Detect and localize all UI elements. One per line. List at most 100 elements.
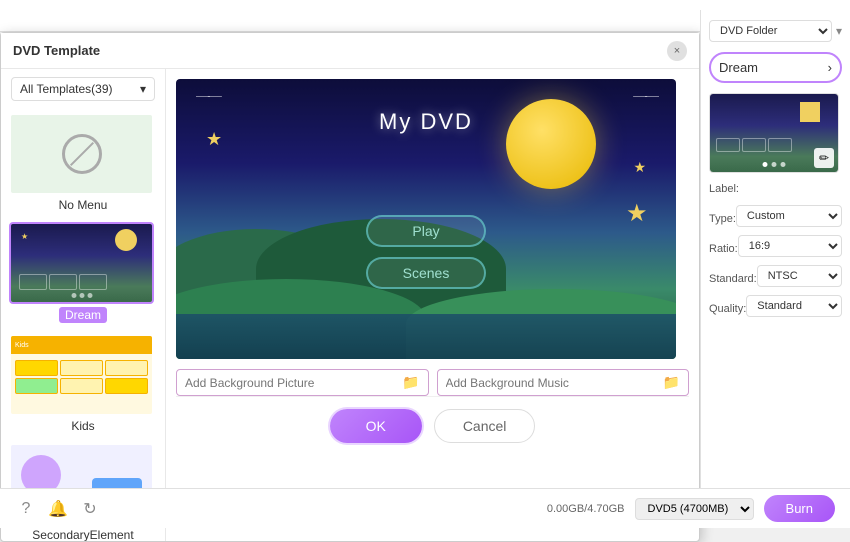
preview-play-button: Play <box>366 215 486 247</box>
dvd-preview-buttons: Play Scenes <box>366 215 486 289</box>
folder-icon: 📁 <box>402 374 419 391</box>
dream-label: Dream <box>719 60 758 75</box>
dream-dot <box>87 293 92 298</box>
template-dropdown[interactable]: All Templates(39) ▾ <box>11 77 155 101</box>
background-picture-field[interactable]: 📁 <box>176 369 429 396</box>
list-item[interactable]: ★ Dr <box>9 222 157 324</box>
dream-stars: ★ <box>21 232 28 241</box>
dream-graphic: ★ <box>11 224 152 302</box>
bottom-icons: ? 🔔 ↻ <box>15 498 101 520</box>
output-row: DVD Folder ▾ <box>709 20 842 42</box>
list-item[interactable]: Kids Kids <box>9 334 157 433</box>
dvd-preview-title: My DVD <box>379 109 473 135</box>
kids-cell <box>105 378 148 394</box>
secondary-shapes <box>11 445 152 457</box>
quality-select[interactable]: Standard <box>746 295 842 317</box>
deco-arrows-left: — — <box>196 87 219 103</box>
dream-dot <box>71 293 76 298</box>
kids-grid <box>11 356 152 398</box>
dvd-preview: — — — — ★ ★ ★ ★ My DVD <box>176 79 676 359</box>
dialog-titlebar: DVD Template × <box>1 33 699 69</box>
chevron-down-icon: ▾ <box>140 82 146 96</box>
standard-label: Standard: <box>709 273 757 285</box>
type-select[interactable]: Custom <box>736 205 842 227</box>
dream-box <box>49 274 77 290</box>
preview-scenes-button: Scenes <box>366 257 486 289</box>
kids-cell <box>15 378 58 394</box>
quality-label: Quality: <box>709 303 746 315</box>
standard-row: Standard: NTSC <box>709 265 842 287</box>
settings-icon[interactable]: ↻ <box>79 498 101 520</box>
standard-select[interactable]: NTSC <box>757 265 842 287</box>
mini-box <box>742 138 766 152</box>
list-item[interactable]: No Menu <box>9 113 157 212</box>
disk-usage-info: 0.00GB/4.70GB <box>547 503 625 515</box>
kids-cell <box>60 378 103 394</box>
type-label: Type: <box>709 213 736 225</box>
type-row: Type: Custom <box>709 205 842 227</box>
dream-dots <box>71 293 92 298</box>
dream-moon <box>115 229 137 251</box>
template-label-secondary: SecondaryElement <box>9 528 157 541</box>
edit-icon[interactable]: ✏ <box>814 148 834 168</box>
dropdown-label: All Templates(39) <box>20 82 112 96</box>
bottom-right: 0.00GB/4.70GB DVD5 (4700MB) Burn <box>547 495 835 522</box>
dream-boxes <box>19 274 107 290</box>
input-row: 📁 📁 <box>176 369 689 396</box>
star-icon: ★ <box>633 159 646 176</box>
template-label-kids: Kids <box>9 419 157 433</box>
dvd-template-dialog: DVD Template × All Templates(39) ▾ No Me… <box>0 32 700 542</box>
right-panel: DVD Folder ▾ Dream › ◀ ✏ Lab <box>700 10 850 520</box>
preview-area: — — — — ★ ★ ★ ★ My DVD <box>166 69 699 541</box>
template-label-dream: Dream <box>59 307 107 323</box>
mini-box <box>768 138 792 152</box>
star-icon: ★ <box>206 129 222 150</box>
preview-moon <box>506 99 596 189</box>
label-field-label: Label: <box>709 183 739 195</box>
bottom-bar: ? 🔔 ↻ 0.00GB/4.70GB DVD5 (4700MB) Burn <box>0 488 850 528</box>
dialog-body: All Templates(39) ▾ No Menu <box>1 69 699 541</box>
chevron-down-icon: ▾ <box>836 24 842 38</box>
template-thumb-dream: ★ <box>9 222 154 304</box>
background-music-field[interactable]: 📁 <box>437 369 690 396</box>
folder-icon: 📁 <box>663 374 680 391</box>
deco-arrows-right: — — <box>633 87 656 103</box>
label-row: Label: <box>709 179 842 197</box>
dialog-title: DVD Template <box>13 43 100 58</box>
dream-box <box>19 274 47 290</box>
kids-cell <box>60 360 103 376</box>
template-label-nomenu: No Menu <box>9 198 157 212</box>
nomenu-graphic <box>11 115 152 193</box>
no-entry-icon <box>62 134 102 174</box>
star-icon: ★ <box>626 199 648 228</box>
cancel-button[interactable]: Cancel <box>434 409 536 443</box>
ratio-row: Ratio: 16:9 <box>709 235 842 257</box>
burn-button[interactable]: Burn <box>764 495 835 522</box>
template-thumb-nomenu <box>9 113 154 195</box>
kids-cell <box>15 360 58 376</box>
dialog-close-button[interactable]: × <box>667 41 687 61</box>
ratio-select[interactable]: 16:9 <box>738 235 842 257</box>
dialog-footer: OK Cancel <box>176 396 689 455</box>
dot <box>763 162 768 167</box>
output-select[interactable]: DVD Folder <box>709 20 832 42</box>
thumb-dots <box>763 162 786 167</box>
template-thumb-kids: Kids <box>9 334 154 416</box>
help-icon[interactable]: ? <box>15 498 37 520</box>
template-sidebar: All Templates(39) ▾ No Menu <box>1 69 166 541</box>
kids-header: Kids <box>11 336 152 354</box>
notification-icon[interactable]: 🔔 <box>47 498 69 520</box>
right-dream-thumb: ◀ ✏ <box>709 93 839 173</box>
background-music-input[interactable] <box>446 376 659 390</box>
background-picture-input[interactable] <box>185 376 398 390</box>
ok-button[interactable]: OK <box>330 409 422 443</box>
mini-box <box>716 138 740 152</box>
ratio-label: Ratio: <box>709 243 738 255</box>
dream-template-button[interactable]: Dream › <box>709 52 842 83</box>
dot <box>781 162 786 167</box>
disk-type-select[interactable]: DVD5 (4700MB) <box>635 498 754 520</box>
preview-water <box>176 314 676 359</box>
chevron-right-icon: › <box>828 60 832 75</box>
kids-cell <box>105 360 148 376</box>
kids-graphic: Kids <box>11 336 152 414</box>
